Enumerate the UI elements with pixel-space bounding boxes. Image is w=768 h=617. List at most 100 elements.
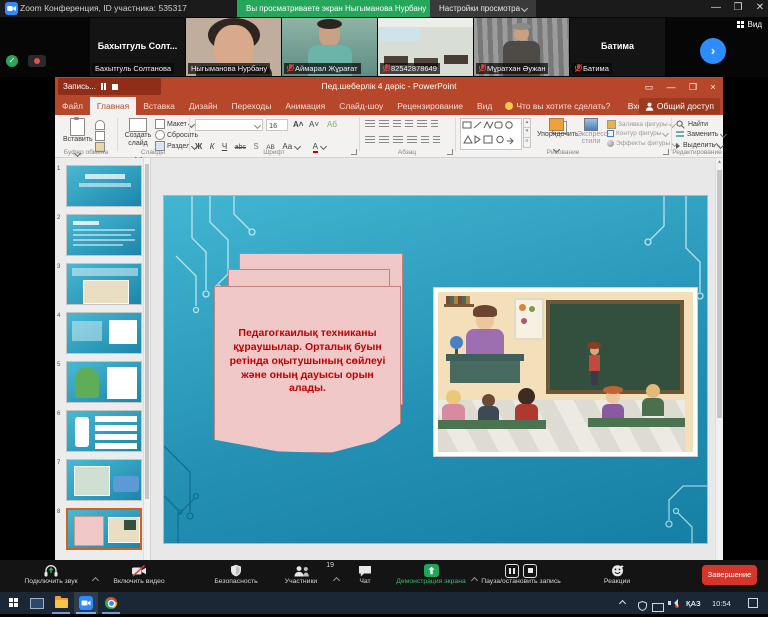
slide-thumbnail-7[interactable] (66, 459, 142, 501)
start-video-button[interactable]: Включить видео (100, 563, 178, 585)
grow-font-button[interactable]: А˄ (293, 120, 303, 129)
reactions-button[interactable]: Реакции (592, 563, 642, 585)
taskbar-chrome[interactable] (100, 592, 122, 614)
shapes-gallery[interactable] (460, 118, 522, 150)
taskbar-file-explorer[interactable] (50, 592, 72, 614)
tab-slideshow[interactable]: Слайд-шоу (332, 97, 390, 115)
numbering-button[interactable] (379, 120, 389, 128)
minimize-button[interactable]: — (708, 2, 724, 13)
shape-effects-button[interactable]: Эффекты фигуры (607, 140, 677, 147)
copy-button[interactable] (95, 131, 105, 141)
participant-tile-5[interactable]: Мұратхан Әужан (474, 18, 569, 76)
canvas-scrollbar[interactable]: ▲ (715, 158, 723, 560)
ppt-restore-button[interactable]: ❐ (685, 82, 701, 92)
taskbar-task-view[interactable] (26, 592, 48, 614)
encryption-shield-icon[interactable]: ✓ (6, 55, 18, 67)
pause-recording-icon[interactable] (101, 83, 107, 90)
align-right-button[interactable] (393, 136, 403, 144)
shape-outline-button[interactable]: Контур фигуры (607, 130, 668, 137)
maximize-button[interactable]: ❐ (730, 2, 746, 13)
slide-thumbnail-6[interactable] (66, 410, 142, 452)
stop-record-button[interactable] (523, 564, 537, 578)
current-slide[interactable]: Педагогкаилық техниканы құраушылар. Орта… (163, 195, 708, 544)
tab-design[interactable]: Дизайн (182, 97, 225, 115)
tab-animations[interactable]: Анимация (278, 97, 332, 115)
tray-volume-icon[interactable] (668, 598, 677, 607)
shape-fill-button[interactable]: Заливка фигуры (607, 120, 675, 129)
slide-thumbnail-1[interactable] (66, 165, 142, 207)
increase-indent-button[interactable] (405, 120, 413, 128)
shapes-scroll[interactable]: ▴ ▾ ≡ (523, 118, 531, 148)
reset-button[interactable]: Сбросить (155, 130, 198, 140)
security-button[interactable]: Безопасность (204, 563, 268, 585)
slide-thumbnail-2[interactable] (66, 214, 142, 256)
chat-button[interactable]: Чат (344, 563, 386, 585)
columns-button[interactable] (421, 136, 429, 144)
join-audio-button[interactable]: Подключить звук (8, 563, 94, 585)
text-direction-button[interactable] (431, 120, 438, 128)
tab-review[interactable]: Рецензирование (390, 97, 470, 115)
language-indicator[interactable]: ҚАЗ (686, 599, 701, 608)
pause-record-button[interactable] (505, 564, 519, 578)
tab-file[interactable]: Файл (55, 97, 90, 115)
layout-button[interactable]: Макет (155, 119, 194, 129)
thumbnail-scrollbar[interactable] (143, 158, 150, 560)
close-button[interactable]: ✕ (752, 2, 768, 13)
tray-display-icon[interactable] (652, 599, 664, 617)
align-left-button[interactable] (365, 136, 375, 144)
font-size-input[interactable]: 16 (266, 119, 288, 131)
font-name-input[interactable] (195, 119, 263, 131)
drawing-dialog-launcher[interactable] (663, 149, 669, 155)
participant-tile-3[interactable]: Аймарал Жұрағат (282, 18, 377, 76)
view-button[interactable]: Вид (737, 20, 762, 29)
tab-transitions[interactable]: Переходы (224, 97, 278, 115)
stop-recording-icon[interactable] (112, 84, 118, 90)
start-button[interactable] (9, 598, 18, 607)
paragraph-dialog-launcher[interactable] (447, 149, 453, 155)
clock[interactable]: 10:54 (712, 599, 731, 608)
desk-shape (444, 55, 468, 64)
quick-styles-button[interactable]: Экспресс-стили (577, 118, 605, 146)
tray-defender-icon[interactable] (638, 598, 647, 616)
ppt-minimize-button[interactable]: — (663, 82, 679, 92)
ppt-close-button[interactable]: × (705, 82, 721, 92)
audio-options-caret[interactable] (93, 570, 98, 588)
participants-options-caret[interactable] (334, 570, 339, 588)
cut-button[interactable] (95, 120, 105, 130)
share-screen-button[interactable]: Демонстрация экрана (392, 563, 470, 585)
taskbar-zoom-app[interactable] (74, 592, 98, 614)
tab-view[interactable]: Вид (470, 97, 499, 115)
slide-thumbnail-5[interactable] (66, 361, 142, 403)
slide-thumbnail-3[interactable] (66, 263, 142, 305)
participant-tile-1[interactable]: Бахытгуль Солт... Бахытгуль Солтанова (90, 18, 185, 76)
participant-tile-4[interactable]: 82542878649 (378, 18, 473, 76)
slide-thumbnail-8[interactable] (66, 508, 142, 550)
collapse-ribbon-button[interactable] (714, 136, 719, 154)
end-meeting-button[interactable]: Завершение (702, 565, 757, 585)
line-spacing-button[interactable] (417, 120, 427, 128)
next-participants-button[interactable]: › (700, 38, 726, 64)
tray-show-hidden[interactable] (620, 599, 625, 608)
align-center-button[interactable] (379, 136, 389, 144)
smartart-button[interactable] (433, 136, 440, 144)
action-center-button[interactable] (748, 598, 758, 608)
justify-button[interactable] (407, 136, 417, 144)
view-settings-button[interactable]: Настройки просмотра (430, 0, 536, 17)
font-dialog-launcher[interactable] (351, 149, 357, 155)
clear-formatting-button[interactable]: Аб (327, 120, 337, 129)
bullets-button[interactable] (365, 120, 375, 128)
find-button[interactable]: Найти (676, 120, 708, 129)
share-button[interactable]: Общий доступ (639, 98, 720, 114)
share-options-caret[interactable] (472, 570, 477, 588)
ribbon-display-options-button[interactable]: ▭ (641, 82, 657, 92)
tell-me-box[interactable]: Что вы хотите сделать? (499, 97, 610, 115)
tab-insert[interactable]: Вставка (136, 97, 182, 115)
participant-tile-6[interactable]: Батима Батима (570, 18, 665, 76)
record-controls[interactable]: Пауза/остановить запись (480, 563, 562, 585)
participant-tile-2[interactable]: Ныгыманова Нурбану (186, 18, 281, 76)
shrink-font-button[interactable]: А˅ (309, 120, 319, 129)
participants-button[interactable]: 19 Участники (272, 563, 330, 585)
tab-home[interactable]: Главная (90, 97, 136, 115)
decrease-indent-button[interactable] (393, 120, 401, 128)
slide-thumbnail-4[interactable] (66, 312, 142, 354)
